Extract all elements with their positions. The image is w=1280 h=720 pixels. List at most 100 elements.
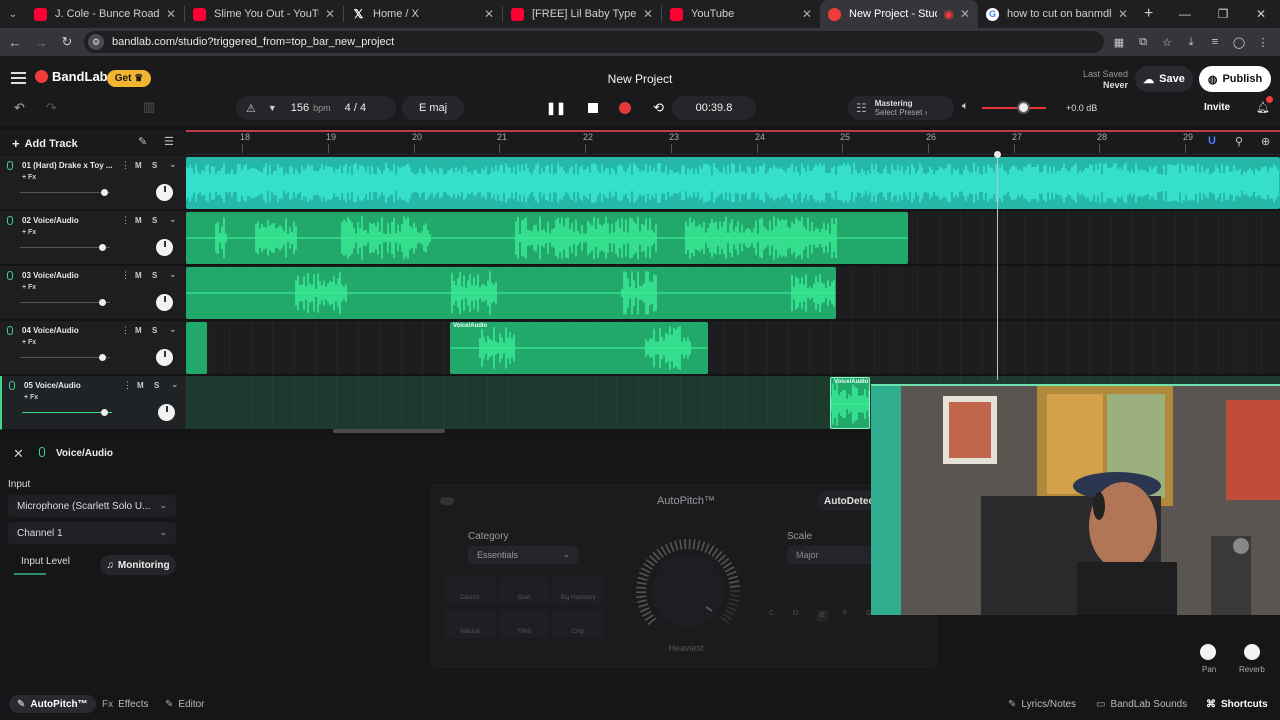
- preset-duet[interactable]: Duet: [499, 576, 549, 604]
- tab-search-icon[interactable]: ⌄: [0, 0, 26, 28]
- profile-icon[interactable]: ◯: [1230, 31, 1248, 53]
- track-lane-1[interactable]: [186, 156, 1280, 210]
- close-tab-icon[interactable]: ✕: [325, 7, 335, 21]
- back-icon[interactable]: ←: [4, 31, 26, 53]
- track-name[interactable]: 05 Voice/Audio: [24, 381, 119, 390]
- preset-natural[interactable]: Natural: [445, 610, 495, 638]
- track-menu-icon[interactable]: ⋮: [123, 380, 132, 391]
- note-key[interactable]: C: [769, 610, 774, 617]
- playlist-icon[interactable]: ≡: [1206, 31, 1224, 53]
- bookmark-star-icon[interactable]: ☆: [1158, 31, 1176, 53]
- volume-fader-knob[interactable]: [99, 299, 106, 306]
- track-lane-4[interactable]: Voice/Audio: [186, 321, 1280, 375]
- site-info-icon[interactable]: ⚙: [88, 34, 104, 50]
- translate-icon[interactable]: ▦: [1110, 31, 1128, 53]
- playhead-handle[interactable]: [994, 151, 1001, 158]
- solo-button[interactable]: S: [152, 161, 157, 170]
- monitoring-button[interactable]: ♫ Monitoring: [100, 555, 176, 575]
- autopitch-tab[interactable]: ✎ AutoPitch™: [9, 695, 96, 713]
- track-lane-2[interactable]: [186, 211, 1280, 265]
- track-menu-icon[interactable]: ⋮: [121, 325, 130, 336]
- shortcuts-button[interactable]: ⌘ Shortcuts: [1206, 695, 1268, 713]
- track-name[interactable]: 03 Voice/Audio: [22, 271, 117, 280]
- pan-knob[interactable]: [156, 239, 173, 256]
- mute-button[interactable]: M: [135, 161, 142, 170]
- browser-tab-6-active[interactable]: New Project - Studio ◉ ✕: [820, 0, 978, 28]
- pencil-tool-icon[interactable]: ✎: [138, 135, 147, 148]
- track-header-1[interactable]: 01 (Hard) Drake x Toy ... + Fx ⋮ M S ⌄: [0, 156, 186, 210]
- snap-magnet-icon[interactable]: U: [1208, 135, 1216, 147]
- solo-button[interactable]: S: [152, 271, 157, 280]
- note-key[interactable]: F: [843, 610, 847, 617]
- pan-knob[interactable]: [158, 404, 175, 421]
- track-name[interactable]: 04 Voice/Audio: [22, 326, 117, 335]
- mute-button[interactable]: M: [137, 381, 144, 390]
- volume-fader-track[interactable]: [20, 302, 110, 303]
- track-header-4[interactable]: 04 Voice/Audio + Fx ⋮ M S ⌄: [0, 321, 186, 375]
- add-fx-button[interactable]: + Fx: [22, 339, 36, 346]
- browser-menu-icon[interactable]: ⋮: [1254, 31, 1272, 53]
- close-tab-icon[interactable]: ✕: [802, 7, 812, 21]
- solo-button[interactable]: S: [152, 326, 157, 335]
- autopitch-strength-dial[interactable]: [634, 537, 742, 645]
- autopitch-toggle[interactable]: [440, 497, 454, 505]
- category-select[interactable]: Essentials ⌄: [468, 546, 578, 564]
- close-tab-icon[interactable]: ✕: [960, 7, 970, 21]
- master-volume-track[interactable]: [982, 107, 1046, 109]
- bandlab-logo[interactable]: BandLab: [35, 69, 108, 84]
- zoom-in-icon[interactable]: ⊕: [1261, 135, 1270, 148]
- chevron-down-icon[interactable]: ⌄: [169, 214, 177, 225]
- bpm-value[interactable]: 156: [291, 102, 309, 114]
- bandlab-sounds-button[interactable]: ▭ BandLab Sounds: [1096, 695, 1187, 713]
- track-name[interactable]: 01 (Hard) Drake x Toy ...: [22, 161, 117, 170]
- redo-icon[interactable]: ↷: [46, 100, 57, 116]
- mastering-preset-selector[interactable]: ☷ Mastering Select Preset ›: [848, 96, 954, 120]
- browser-tab-4[interactable]: [FREE] Lil Baby Type Beat - "Ne ✕: [503, 0, 661, 28]
- volume-fader-track[interactable]: [20, 357, 110, 358]
- loop-icon[interactable]: ⟲: [653, 100, 664, 116]
- add-fx-button[interactable]: + Fx: [22, 174, 36, 181]
- preset-big-harmony[interactable]: Big Harmony: [553, 576, 603, 604]
- track-header-2[interactable]: 02 Voice/Audio + Fx ⋮ M S ⌄: [0, 211, 186, 265]
- add-fx-button[interactable]: + Fx: [22, 229, 36, 236]
- key-selector[interactable]: E maj: [402, 96, 464, 120]
- preset-third[interactable]: Third: [499, 610, 549, 638]
- maximize-icon[interactable]: ❐: [1204, 0, 1242, 28]
- record-icon[interactable]: [619, 102, 632, 114]
- master-volume-knob[interactable]: [1017, 101, 1030, 114]
- speaker-icon[interactable]: 🔈︎: [962, 100, 969, 113]
- pan-knob[interactable]: [156, 184, 173, 201]
- save-button[interactable]: ☁ Save: [1135, 66, 1193, 92]
- publish-button[interactable]: ◍ Publish: [1199, 66, 1271, 92]
- track-menu-icon[interactable]: ⋮: [121, 160, 130, 171]
- add-fx-button[interactable]: + Fx: [24, 394, 38, 401]
- minimize-icon[interactable]: —: [1166, 0, 1204, 28]
- metronome-grid-icon[interactable]: ▥: [143, 99, 155, 115]
- chevron-down-icon[interactable]: ⌄: [169, 159, 177, 170]
- note-key[interactable]: D: [793, 610, 798, 617]
- browser-tab-3[interactable]: 𝕏 Home / X ✕: [344, 0, 502, 28]
- audio-clip[interactable]: Voice/Audio: [450, 322, 708, 374]
- timeline-ruler[interactable]: 18 19 20 21 22 23 24 25 26 27 28 29 U ⚲ …: [186, 130, 1280, 155]
- volume-fader-knob[interactable]: [99, 244, 106, 251]
- note-key[interactable]: E: [817, 610, 828, 621]
- scale-select[interactable]: Major: [787, 546, 877, 564]
- reload-icon[interactable]: ↻: [56, 31, 78, 53]
- mute-button[interactable]: M: [135, 216, 142, 225]
- time-signature[interactable]: 4 / 4: [345, 102, 366, 114]
- audio-clip[interactable]: [186, 157, 1280, 209]
- mute-button[interactable]: M: [135, 271, 142, 280]
- audio-clip[interactable]: [186, 267, 836, 319]
- track-settings-icon[interactable]: ☰: [164, 135, 174, 148]
- track-name[interactable]: 02 Voice/Audio: [22, 216, 117, 225]
- zoom-out-icon[interactable]: ⚲: [1235, 135, 1243, 148]
- input-device-select[interactable]: Microphone (Scarlett Solo U... ⌄: [8, 495, 176, 517]
- undo-icon[interactable]: ↶: [14, 100, 25, 116]
- audio-playing-icon[interactable]: ◉: [943, 7, 953, 21]
- browser-tab-2[interactable]: Slime You Out - YouTube ✕: [185, 0, 343, 28]
- track-header-5-selected[interactable]: 05 Voice/Audio + Fx ⋮ M S ⌄: [0, 376, 186, 430]
- preset-classic[interactable]: Classic: [445, 576, 495, 604]
- lyrics-notes-button[interactable]: ✎ Lyrics/Notes: [1008, 695, 1076, 713]
- project-title[interactable]: New Project: [540, 72, 740, 86]
- chevron-down-icon[interactable]: ▼: [268, 103, 277, 113]
